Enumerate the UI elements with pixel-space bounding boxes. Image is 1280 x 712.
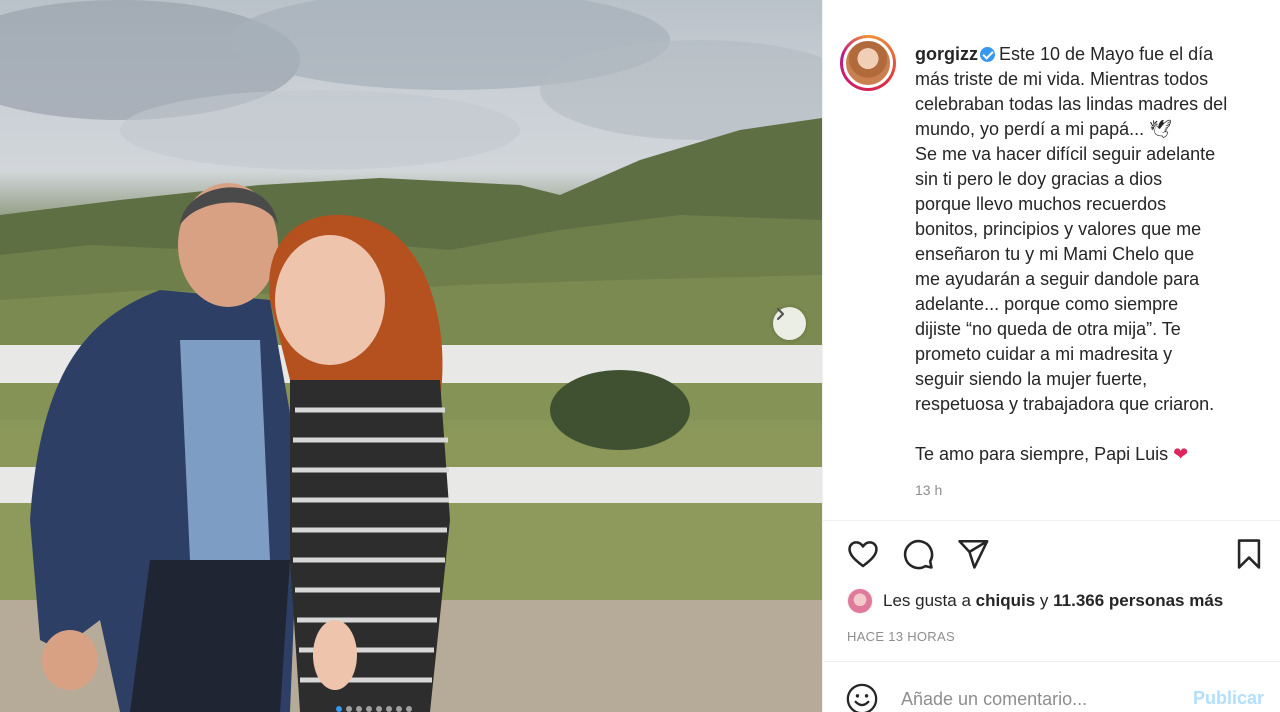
carousel-indicator <box>336 706 412 712</box>
likes-summary: Les gusta a chiquis y 11.366 personas má… <box>847 587 1223 615</box>
carousel-next-button[interactable] <box>773 307 806 340</box>
post-actions-bar <box>823 521 1280 591</box>
caption-line: Se me va hacer difícil seguir adelante <box>915 144 1216 164</box>
carousel-dot <box>406 706 412 712</box>
carousel-dot <box>376 706 382 712</box>
carousel-dot <box>366 706 372 712</box>
author-username[interactable]: gorgizz <box>915 44 978 64</box>
caption-closing-line: Te amo para siempre, Papi Luis <box>915 444 1169 464</box>
post-side-panel: gorgizz Este 10 de Mayo fue el día más tr… <box>822 0 1280 712</box>
carousel-dot <box>336 706 342 712</box>
bookmark-icon <box>1232 537 1266 576</box>
caption-line: más triste de mi vida. Mientras todos <box>915 69 1209 89</box>
caption-line: porque llevo muchos recuerdos <box>915 194 1167 214</box>
carousel-dot <box>356 706 362 712</box>
smile-icon[interactable] <box>845 682 879 712</box>
carousel-dot <box>396 706 402 712</box>
verified-badge-icon <box>980 47 995 62</box>
comment-form: Publicar <box>823 661 1280 712</box>
caption-line: enseñaron tu y mi Mami Chelo que <box>915 244 1195 264</box>
caption-line: adelante... porque como siempre <box>915 294 1179 314</box>
save-button[interactable] <box>1231 538 1267 574</box>
caption-line: sin ti pero le doy gracias a dios <box>915 169 1163 189</box>
caption-text: Este 10 de Mayo fue el día más triste de… <box>915 44 1227 414</box>
photo-illustration <box>0 0 822 712</box>
author-avatar-image <box>843 38 893 88</box>
carousel-dot <box>386 706 392 712</box>
comment-input[interactable] <box>901 686 1171 712</box>
post-date[interactable]: HACE 13 HORAS <box>847 629 955 644</box>
caption-line: dijiste “no queda de otra mija”. Te <box>915 319 1181 339</box>
publish-comment-button[interactable]: Publicar <box>1193 688 1264 709</box>
comment-icon <box>901 537 935 576</box>
caption-line: bonitos, principios y valores que me <box>915 219 1202 239</box>
caption-timestamp[interactable]: 13 h <box>915 482 942 498</box>
caption-section: gorgizz Este 10 de Mayo fue el día más tr… <box>823 0 1280 521</box>
caption-line: respetuosa y trabajadora que criaron. <box>915 394 1215 414</box>
caption-line: mundo, yo perdí a mi papá... 🕊 <box>915 119 1172 139</box>
caption-line: me ayudarán a seguir dandole para <box>915 269 1200 289</box>
liker-avatar[interactable] <box>847 588 873 614</box>
share-button[interactable] <box>955 538 991 574</box>
caption-line: Este 10 de Mayo fue el día <box>999 44 1214 64</box>
post-caption: gorgizz Este 10 de Mayo fue el día más tr… <box>915 42 1255 467</box>
caption-line: celebraban todas las lindas madres del <box>915 94 1228 114</box>
likes-prefix: Les gusta a <box>883 591 971 610</box>
comment-button[interactable] <box>900 538 936 574</box>
red-heart-emoji: ❤ <box>1173 444 1189 464</box>
carousel-dot <box>346 706 352 712</box>
liker-username[interactable]: chiquis <box>976 591 1036 611</box>
like-button[interactable] <box>845 538 881 574</box>
caption-line: prometo cuidar a mi madresita y <box>915 344 1173 364</box>
caption-line: seguir siendo la mujer fuerte, <box>915 369 1148 389</box>
likes-joiner: y <box>1039 591 1049 610</box>
likes-count-link[interactable]: 11.366 personas más <box>1053 591 1223 611</box>
share-icon <box>956 537 990 576</box>
post-photo[interactable] <box>0 0 822 712</box>
heart-icon <box>846 537 880 576</box>
author-avatar[interactable] <box>840 35 896 91</box>
